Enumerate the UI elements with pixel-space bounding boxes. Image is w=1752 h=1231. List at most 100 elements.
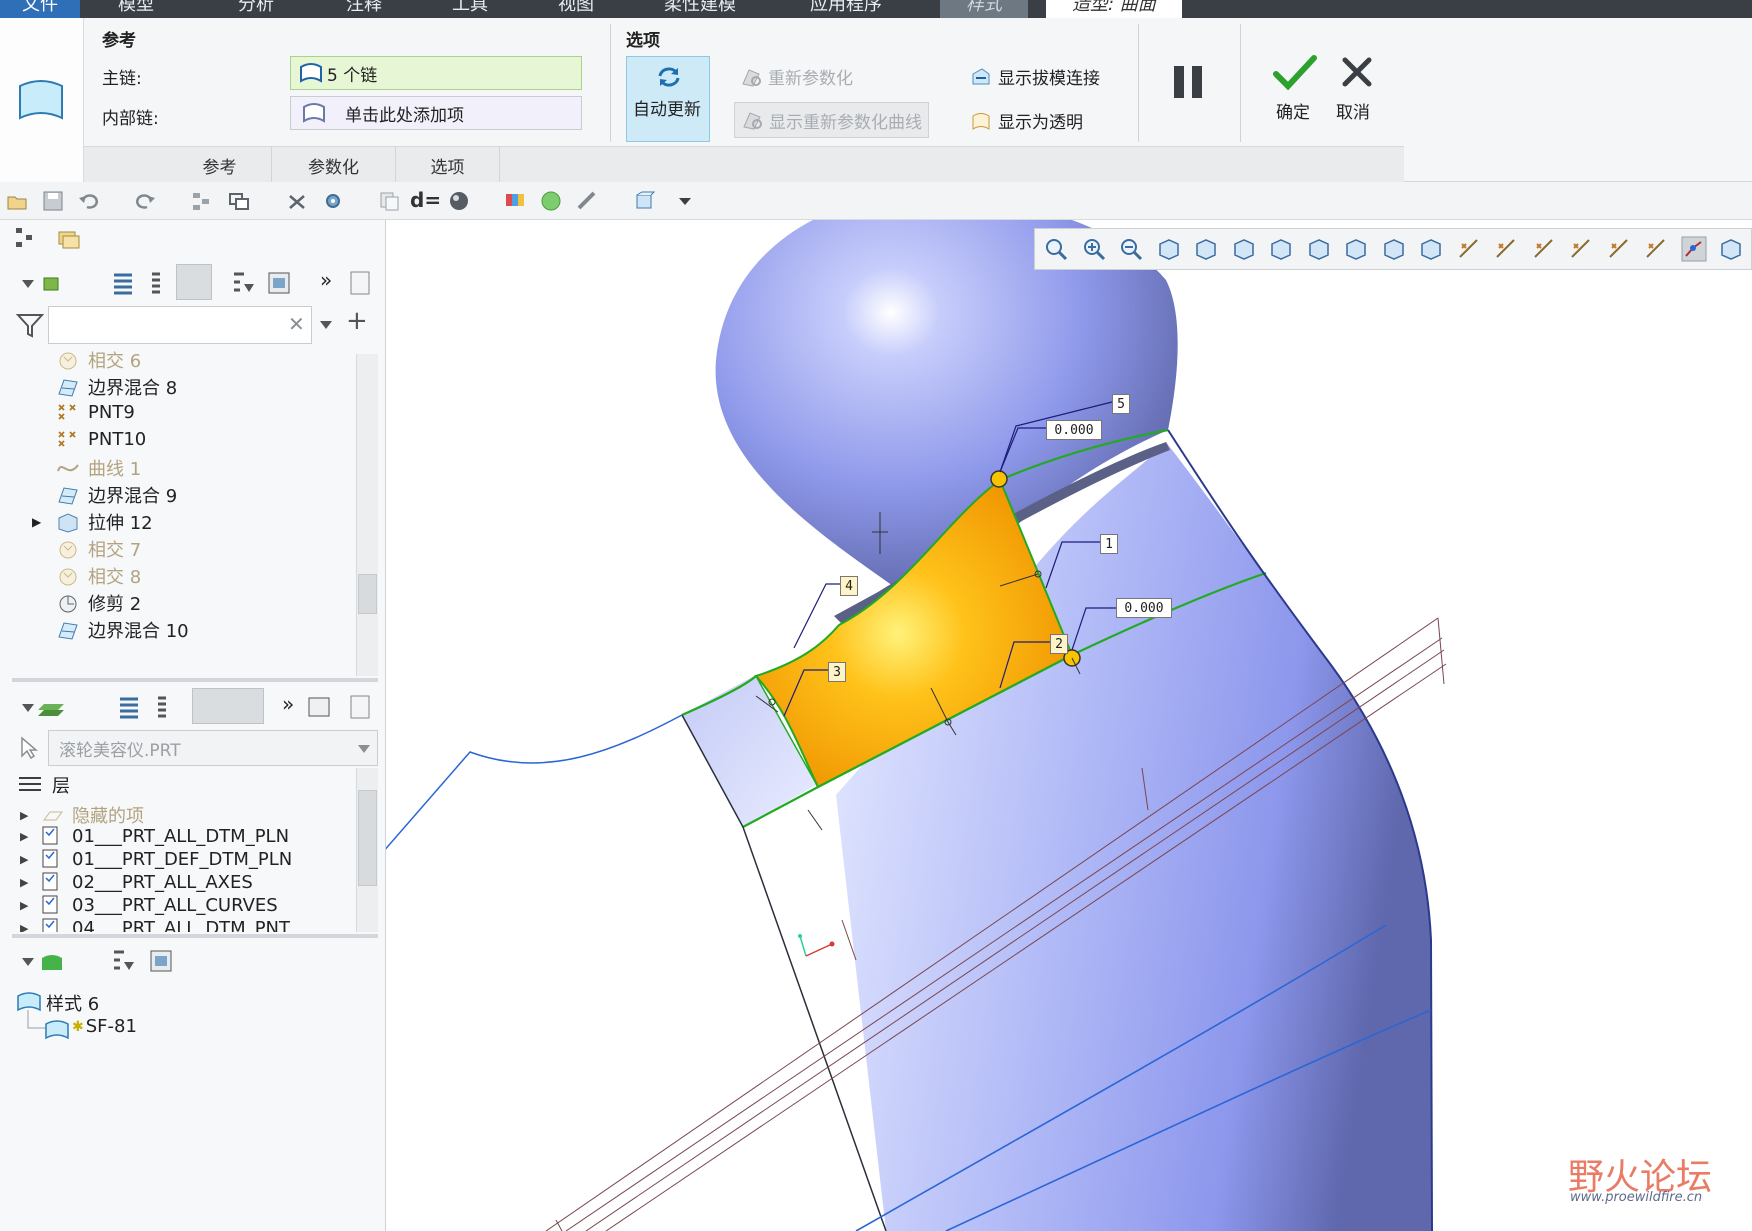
clear-search-icon[interactable]: ✕ (288, 312, 305, 336)
model-tree-collapse-icon[interactable] (20, 272, 80, 296)
windows-icon[interactable] (228, 190, 250, 212)
graphics-viewport[interactable]: 5 0.000 1 0.000 2 4 3 (386, 220, 1752, 1231)
menu-tab-view[interactable]: 视图 (558, 0, 594, 18)
layer-tree-collapse-icon[interactable] (20, 696, 70, 720)
menu-tab-style[interactable]: 样式 (940, 0, 1028, 18)
internal-chain-collector[interactable]: 单击此处添加项 (290, 96, 582, 130)
layer-properties-icon[interactable] (306, 694, 332, 720)
chevron-down-icon[interactable] (674, 190, 696, 212)
menu-tab-model[interactable]: 模型 (118, 0, 154, 18)
redo-icon[interactable] (134, 190, 156, 212)
scrollbar-thumb[interactable] (358, 790, 377, 886)
layer-item[interactable]: ▶ 03___PRT_ALL_CURVES (20, 894, 278, 916)
more-tools-icon[interactable]: » (320, 268, 332, 292)
regenerate-icon[interactable] (190, 190, 212, 212)
show-icon[interactable] (148, 948, 174, 974)
model-tree-item[interactable]: PNT9 (56, 401, 135, 423)
tree-settings-icon[interactable] (152, 694, 172, 720)
expand-arrow-icon[interactable]: ▶ (20, 922, 28, 933)
refit-icon[interactable] (1043, 236, 1069, 262)
display-style-icon[interactable] (1193, 236, 1219, 262)
ok-button[interactable]: 确定 (1268, 50, 1322, 123)
model-tree-item[interactable]: 边界混合 9 (56, 482, 177, 508)
model-tree-item[interactable]: 修剪 2 (56, 590, 141, 616)
tree-filter-icon[interactable] (230, 270, 256, 296)
model-tree-item[interactable]: 边界混合 10 (56, 617, 189, 643)
sphere-icon[interactable] (540, 190, 562, 212)
main-chain-collector[interactable]: 5 个链 (290, 56, 582, 90)
curve-display-icon[interactable] (1568, 236, 1594, 262)
subtab-parametrization[interactable]: 参数化 (272, 147, 396, 183)
layer-item[interactable]: ▶ 01___PRT_ALL_DTM_PLN (20, 825, 289, 847)
model-tree-scrollbar[interactable] (356, 354, 378, 676)
show-draft-connection-toggle[interactable]: 显示拔模连接 (970, 64, 1100, 89)
annotation-display-icon[interactable] (1343, 236, 1369, 262)
gear-icon[interactable] (322, 190, 344, 212)
csys-display-icon[interactable] (1531, 236, 1557, 262)
model-tree-item[interactable]: 相交 6 (56, 347, 141, 373)
datum-display-icon[interactable] (1606, 236, 1632, 262)
layer-item[interactable]: ▶ 02___PRT_ALL_AXES (20, 871, 253, 893)
document-icon[interactable] (348, 694, 372, 720)
folder-browser-tab-icon[interactable] (56, 226, 82, 252)
chevron-down-icon[interactable] (356, 742, 372, 756)
curve-label-1[interactable]: 1 (1100, 534, 1118, 554)
model-tree-item[interactable]: 边界混合 8 (56, 374, 177, 400)
menu-tab-applications[interactable]: 应用程序 (810, 0, 882, 18)
model-tree-item[interactable]: 相交 7 (56, 536, 141, 562)
expand-arrow-icon[interactable]: ▶ (20, 876, 28, 889)
zoom-in-icon[interactable] (1081, 236, 1107, 262)
dimension-icon[interactable]: d= (410, 188, 441, 212)
expand-arrow-icon[interactable]: ▶ (20, 853, 28, 866)
subtab-options[interactable]: 选项 (396, 147, 500, 183)
close-window-icon[interactable] (286, 190, 308, 212)
copy-icon[interactable] (378, 190, 400, 212)
menu-tab-analysis[interactable]: 分析 (238, 0, 274, 18)
curve-label-5[interactable]: 5 (1112, 394, 1130, 414)
pause-button[interactable] (1168, 64, 1208, 100)
style-tree-child[interactable]: ✱ SF-81 (72, 1016, 137, 1037)
curve-label-2[interactable]: 2 (1050, 634, 1068, 654)
scrollbar-thumb[interactable] (358, 574, 377, 614)
chevron-down-icon[interactable] (318, 318, 334, 332)
model-tree-item[interactable]: 相交 8 (56, 563, 141, 589)
panel-splitter[interactable] (12, 934, 378, 938)
cancel-button[interactable]: 取消 (1330, 50, 1384, 123)
menu-tab-tools[interactable]: 工具 (452, 0, 488, 18)
open-icon[interactable] (6, 190, 28, 212)
expand-arrow-icon[interactable]: ▶ (32, 515, 41, 529)
undo-icon[interactable] (78, 190, 100, 212)
repaint-icon[interactable] (1156, 236, 1182, 262)
zoom-out-icon[interactable] (1118, 236, 1144, 262)
tangency-value-label[interactable]: 0.000 (1046, 420, 1102, 440)
layer-visibility-buttons[interactable] (192, 688, 264, 724)
layer-item[interactable]: ▶ 01___PRT_DEF_DTM_PLN (20, 848, 292, 870)
layer-item[interactable]: ▶ 04___PRT_ALL_DTM_PNT (20, 917, 290, 932)
menu-tab-annotate[interactable]: 注释 (346, 0, 382, 18)
layer-model-select[interactable]: 滚轮美容仪.PRT (48, 730, 378, 766)
auto-update-button[interactable]: 自动更新 (626, 56, 710, 142)
analysis-display-icon[interactable] (1643, 236, 1669, 262)
model-tree-item[interactable]: PNT10 (56, 428, 146, 450)
tree-settings-icon[interactable] (146, 270, 166, 296)
point-display-icon[interactable] (1493, 236, 1519, 262)
menu-tab-style-surface[interactable]: 造型: 曲面 (1046, 0, 1182, 18)
show-transparent-toggle[interactable]: 显示为透明 (970, 108, 1083, 133)
add-filter-icon[interactable]: + (346, 306, 368, 336)
spin-center-icon[interactable] (1381, 236, 1407, 262)
subtab-references[interactable]: 参考 (168, 147, 272, 183)
expand-arrow-icon[interactable]: ▶ (20, 830, 28, 843)
layer-tree-scrollbar[interactable] (356, 768, 378, 932)
expand-arrow-icon[interactable]: ▶ (20, 809, 28, 822)
saved-orientations-icon[interactable] (1231, 236, 1257, 262)
perspective-icon[interactable] (1306, 236, 1332, 262)
menu-tab-file[interactable]: 文件 (0, 0, 80, 18)
shading-sphere-icon[interactable] (448, 190, 470, 212)
snapping-icon[interactable] (1681, 236, 1707, 262)
tree-search-input[interactable] (48, 306, 312, 344)
style-tree-collapse-icon[interactable] (20, 950, 70, 974)
style-tree-root[interactable]: 样式 6 (46, 990, 99, 1016)
tree-filter-icon[interactable] (110, 948, 136, 974)
tree-list-icon[interactable] (110, 270, 136, 296)
model-tree-tab-icon[interactable] (14, 226, 38, 250)
